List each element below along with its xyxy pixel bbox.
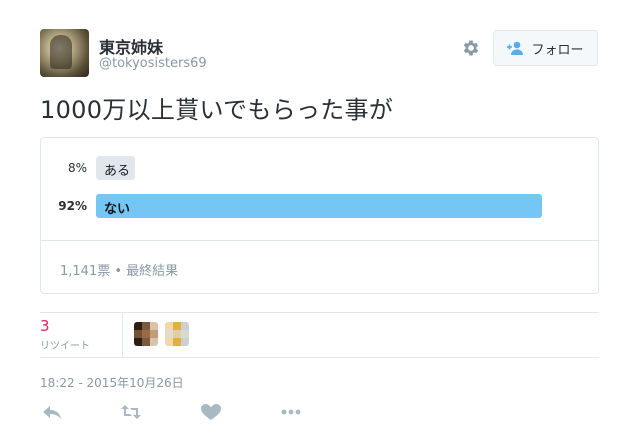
retweeter-avatar[interactable] (165, 322, 189, 346)
follow-button[interactable]: フォロー (493, 30, 598, 66)
avatar[interactable] (40, 29, 89, 77)
poll-divider (41, 240, 598, 241)
tweet-timestamp[interactable]: 18:22 - 2015年10月26日 (40, 374, 184, 391)
poll-option-1: 8% ある (41, 156, 598, 180)
poll-option-1-label: ある (104, 164, 131, 179)
poll-option-2-bar (96, 194, 542, 218)
poll-meta: 1,141票 • 最終結果 (60, 264, 179, 279)
stats-separator (122, 313, 123, 357)
poll-option-2: 92% ない (41, 194, 598, 218)
poll-option-1-percent: 8% (67, 161, 87, 175)
poll-option-2-label: ない (104, 202, 131, 217)
gear-icon[interactable] (461, 38, 481, 58)
retweet-label[interactable]: リツイート (40, 337, 90, 352)
follow-button-label: フォロー (531, 42, 584, 58)
poll-card: 8% ある 92% ない 1,141票 • 最終結果 (40, 137, 599, 294)
display-name[interactable]: 東京姉妹 (99, 34, 163, 58)
tweet-text: 1000万以上貰いでもらった事が (40, 96, 394, 124)
retweet-icon[interactable] (120, 403, 142, 421)
more-icon[interactable] (280, 403, 302, 421)
poll-option-2-percent: 92% (58, 199, 87, 213)
reply-icon[interactable] (41, 403, 63, 421)
retweeter-avatar[interactable] (134, 322, 158, 346)
stats-top-divider (40, 312, 599, 313)
stats-bottom-divider (40, 357, 599, 358)
retweet-count[interactable]: 3 (40, 317, 50, 335)
user-handle[interactable]: @tokyosisters69 (99, 56, 207, 71)
heart-icon[interactable] (200, 403, 222, 421)
person-add-icon (507, 41, 524, 55)
